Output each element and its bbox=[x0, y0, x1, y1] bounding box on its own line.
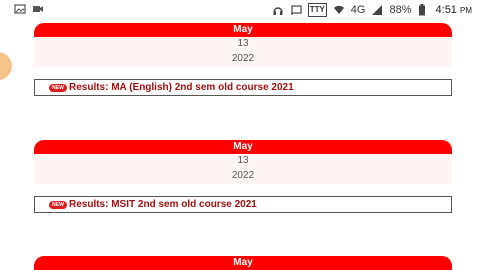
status-right: TTY 4G 88% 4:51 PM bbox=[272, 3, 472, 17]
date-day: 13 bbox=[34, 154, 452, 168]
notice-item: May 13 2022 NEW Results: MA (English) 2n… bbox=[34, 23, 452, 96]
clock: 4:51 PM bbox=[435, 4, 472, 16]
date-month: May bbox=[34, 256, 452, 270]
result-row[interactable]: NEW Results: MSIT 2nd sem old course 202… bbox=[34, 196, 452, 213]
headphones-icon bbox=[272, 4, 284, 16]
date-card: May bbox=[34, 256, 452, 270]
battery-icon bbox=[418, 4, 430, 16]
battery-level: 88% bbox=[389, 4, 412, 16]
date-card: May 13 2022 bbox=[34, 140, 452, 184]
signal-icon bbox=[371, 4, 383, 16]
new-badge-icon: NEW bbox=[49, 83, 67, 92]
date-day: 13 bbox=[34, 37, 452, 51]
tty-icon: TTY bbox=[307, 3, 327, 17]
result-link[interactable]: Results: MA (English) 2nd sem old course… bbox=[69, 82, 294, 93]
date-month: May bbox=[34, 23, 452, 37]
new-badge-icon: NEW bbox=[49, 200, 67, 209]
video-icon bbox=[32, 3, 44, 15]
notice-item: May 13 2022 NEW Results: MSIT 2nd sem ol… bbox=[34, 140, 452, 213]
date-year: 2022 bbox=[34, 168, 452, 184]
network-type: 4G bbox=[350, 4, 366, 16]
result-link[interactable]: Results: MSIT 2nd sem old course 2021 bbox=[69, 199, 257, 210]
status-left bbox=[14, 3, 44, 15]
cast-icon bbox=[290, 4, 302, 16]
notice-item: May bbox=[34, 256, 452, 270]
date-month: May bbox=[34, 140, 452, 154]
date-card: May 13 2022 bbox=[34, 23, 452, 67]
status-bar: TTY 4G 88% 4:51 PM bbox=[0, 0, 480, 20]
date-year: 2022 bbox=[34, 51, 452, 67]
result-row[interactable]: NEW Results: MA (English) 2nd sem old co… bbox=[34, 79, 452, 96]
gallery-icon bbox=[14, 3, 26, 15]
wifi-icon bbox=[333, 4, 345, 16]
edge-panel-handle[interactable] bbox=[0, 52, 12, 80]
